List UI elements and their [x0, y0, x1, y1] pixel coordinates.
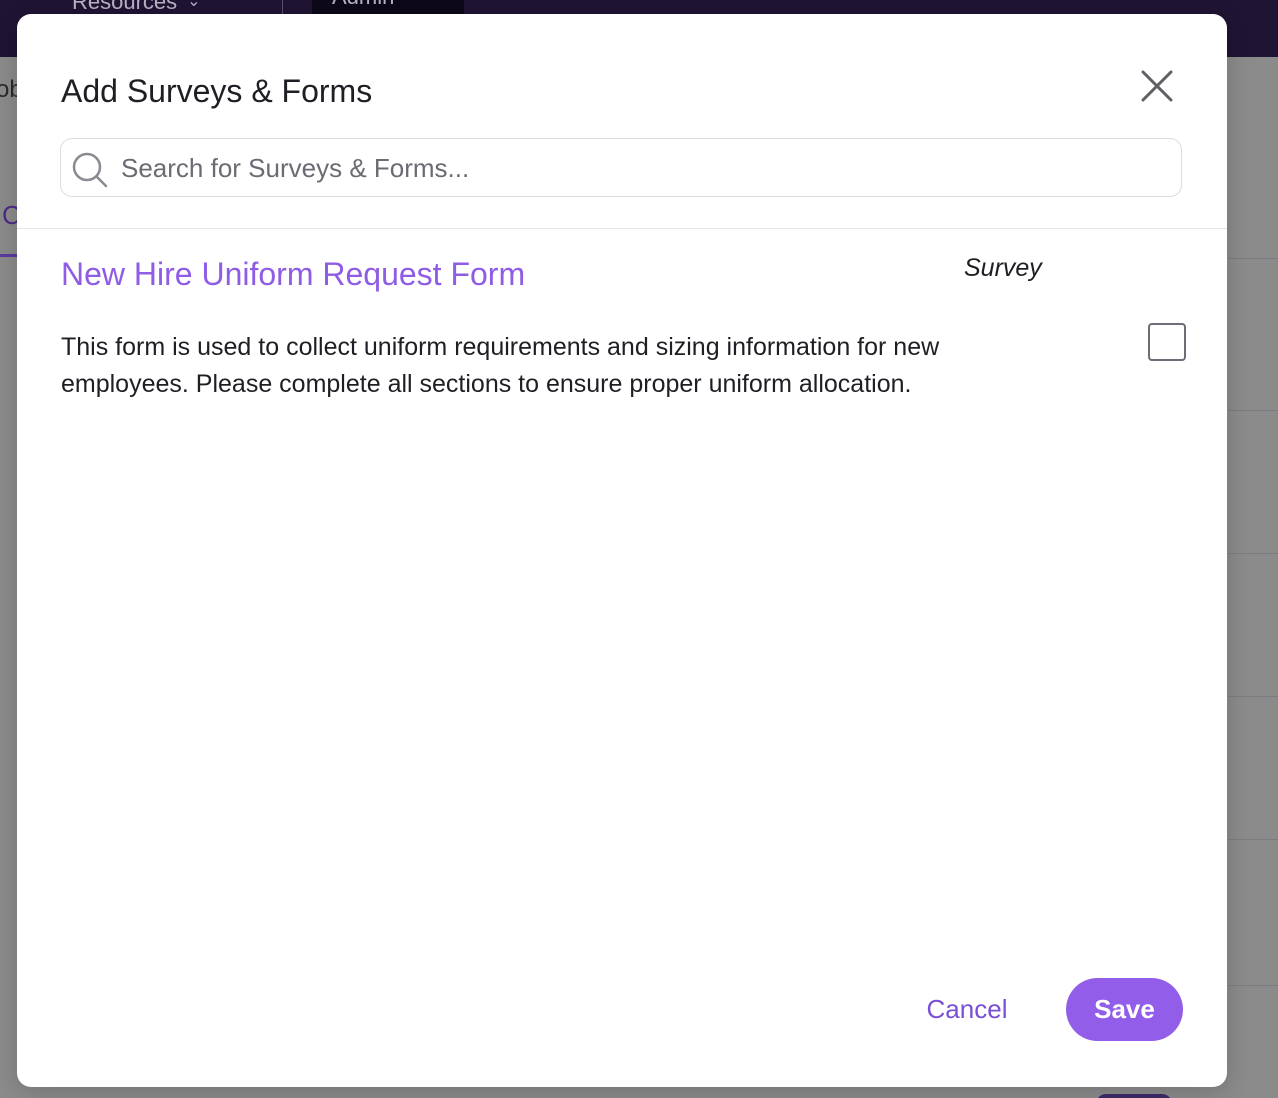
form-description: This form is used to collect uniform req…	[61, 333, 940, 398]
background-row-divider	[1228, 410, 1278, 411]
save-button[interactable]: Save	[1066, 978, 1183, 1041]
search-icon	[72, 152, 108, 188]
nav-item-label: Resources	[72, 0, 178, 14]
add-surveys-forms-dialog: Add Surveys & Forms New Hire Uniform Req…	[17, 14, 1227, 1087]
nav-item-admin[interactable]: Admin ⌄	[312, 0, 464, 14]
nav-item-label: Admin	[332, 0, 394, 9]
background-tab-indicator	[0, 254, 17, 257]
header-divider	[17, 228, 1227, 229]
background-row-divider	[1228, 839, 1278, 840]
chevron-down-icon: ⌄	[406, 0, 419, 7]
search-input[interactable]	[119, 139, 1173, 198]
background-row-divider	[1228, 553, 1278, 554]
dialog-title: Add Surveys & Forms	[61, 73, 373, 109]
search-bar	[60, 138, 1182, 198]
form-select-checkbox[interactable]	[1148, 323, 1186, 361]
nav-item-resources[interactable]: Resources ⌄	[72, 0, 201, 14]
form-title-link[interactable]: New Hire Uniform Request Form	[61, 254, 525, 294]
form-type-label: Survey	[964, 254, 1042, 282]
chevron-down-icon: ⌄	[187, 0, 201, 10]
background-row-divider	[1228, 696, 1278, 697]
cancel-button[interactable]: Cancel	[912, 978, 1022, 1040]
nav-divider	[282, 0, 283, 14]
background-button	[1096, 1094, 1172, 1098]
background-row-divider	[1228, 258, 1278, 259]
close-icon	[1141, 70, 1173, 102]
background-row-divider	[1228, 985, 1278, 986]
close-button[interactable]	[1135, 64, 1179, 108]
